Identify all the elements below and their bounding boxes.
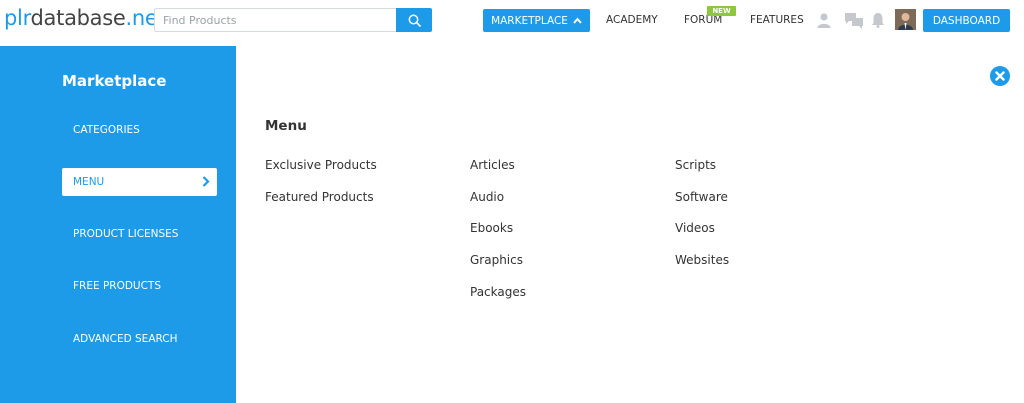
menu-link-websites[interactable]: Websites bbox=[675, 253, 729, 267]
menu-link-ebooks[interactable]: Ebooks bbox=[470, 221, 513, 235]
logo-part-plr: plr bbox=[4, 6, 31, 30]
site-logo[interactable]: plrdatabase.net bbox=[4, 6, 166, 30]
menu-link-graphics[interactable]: Graphics bbox=[470, 253, 523, 267]
sidebar-item-advanced-search[interactable]: ADVANCED SEARCH bbox=[62, 325, 217, 353]
sidebar-item-label: CATEGORIES bbox=[73, 124, 140, 136]
menu-link-featured-products[interactable]: Featured Products bbox=[265, 190, 374, 204]
menu-link-exclusive-products[interactable]: Exclusive Products bbox=[265, 158, 377, 172]
sidebar-item-label: MENU bbox=[73, 176, 105, 188]
search-input[interactable] bbox=[155, 9, 397, 31]
chat-icon[interactable] bbox=[844, 12, 864, 29]
close-icon bbox=[995, 71, 1005, 81]
chevron-up-icon bbox=[573, 17, 582, 24]
search-box bbox=[154, 8, 432, 32]
nav-features[interactable]: FEATURES bbox=[750, 14, 804, 26]
dashboard-button[interactable]: DASHBOARD bbox=[923, 9, 1010, 32]
logo-part-database: database bbox=[30, 6, 126, 30]
menu-link-scripts[interactable]: Scripts bbox=[675, 158, 716, 172]
menu-link-audio[interactable]: Audio bbox=[470, 190, 504, 204]
menu-link-packages[interactable]: Packages bbox=[470, 285, 526, 299]
menu-link-software[interactable]: Software bbox=[675, 190, 728, 204]
menu-link-articles[interactable]: Articles bbox=[470, 158, 515, 172]
sidebar-item-categories[interactable]: CATEGORIES bbox=[62, 116, 217, 144]
sidebar-item-product-licenses[interactable]: PRODUCT LICENSES bbox=[62, 220, 217, 248]
search-icon bbox=[408, 14, 421, 27]
menu-link-videos[interactable]: Videos bbox=[675, 221, 715, 235]
close-button[interactable] bbox=[990, 66, 1010, 86]
search-button[interactable] bbox=[396, 8, 432, 32]
avatar[interactable] bbox=[895, 9, 916, 30]
marketplace-sidebar: Marketplace CATEGORIES MENU PRODUCT LICE… bbox=[0, 46, 236, 403]
nav-academy[interactable]: ACADEMY bbox=[606, 14, 658, 26]
chevron-right-icon bbox=[202, 176, 210, 187]
avatar-image bbox=[895, 9, 916, 30]
new-badge: NEW bbox=[707, 6, 736, 16]
sidebar-item-menu[interactable]: MENU bbox=[62, 168, 217, 196]
bell-icon[interactable] bbox=[871, 12, 885, 28]
sidebar-title: Marketplace bbox=[62, 72, 167, 90]
menu-heading: Menu bbox=[265, 118, 307, 134]
sidebar-item-label: FREE PRODUCTS bbox=[73, 280, 162, 292]
user-icon[interactable] bbox=[816, 12, 832, 28]
sidebar-item-label: PRODUCT LICENSES bbox=[73, 228, 179, 240]
top-bar: plrdatabase.net MARKETPLACE ACADEMY FORU… bbox=[0, 0, 1024, 46]
sidebar-item-free-products[interactable]: FREE PRODUCTS bbox=[62, 272, 217, 300]
sidebar-item-label: ADVANCED SEARCH bbox=[73, 333, 178, 345]
marketplace-button[interactable]: MARKETPLACE bbox=[483, 9, 590, 32]
marketplace-button-label: MARKETPLACE bbox=[491, 14, 568, 27]
